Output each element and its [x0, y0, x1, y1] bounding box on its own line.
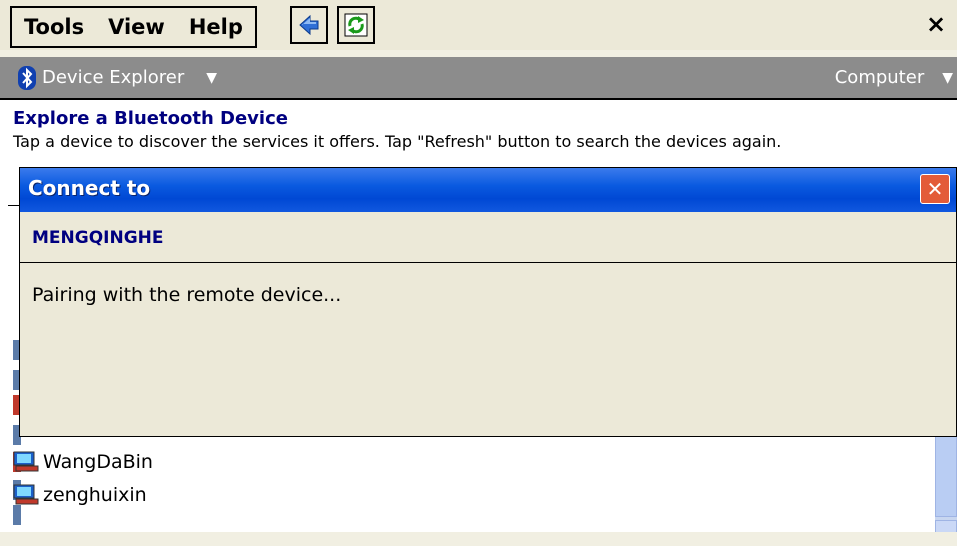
connect-dialog: Connect to ✕ MENGQINGHE Pairing with the… — [19, 167, 957, 437]
refresh-button[interactable] — [337, 6, 375, 44]
dialog-title-bar: Connect to ✕ — [20, 168, 956, 212]
scroll-thumb[interactable] — [935, 432, 957, 517]
bluetooth-icon — [18, 65, 36, 90]
menu-help[interactable]: Help — [177, 9, 255, 45]
dialog-title: Connect to — [28, 176, 151, 200]
refresh-icon — [344, 13, 368, 37]
bottom-strip — [0, 532, 957, 546]
dialog-divider — [20, 262, 956, 263]
back-button[interactable] — [290, 6, 328, 44]
chevron-down-icon: ▼ — [942, 69, 953, 86]
device-name: WangDaBin — [43, 451, 153, 473]
dialog-device-name: MENGQINGHE — [32, 228, 164, 248]
list-item[interactable]: zenghuixin — [13, 482, 147, 508]
vertical-scrollbar[interactable]: ⌄ — [935, 420, 957, 546]
app-close-button[interactable]: × — [921, 8, 951, 40]
computer-icon — [13, 484, 39, 505]
dialog-status-text: Pairing with the remote device... — [32, 284, 342, 306]
device-name: zenghuixin — [43, 484, 147, 506]
chevron-down-icon: ▼ — [206, 69, 218, 86]
page-description: Tap a device to discover the services it… — [13, 132, 782, 151]
menu-bar: Tools View Help × — [0, 0, 957, 50]
app-title: Device Explorer — [42, 67, 185, 88]
location-label: Computer — [834, 67, 925, 88]
back-arrow-icon — [299, 14, 319, 36]
dialog-close-button[interactable]: ✕ — [920, 174, 950, 204]
title-dropdown[interactable]: Device Explorer ▼ — [18, 64, 217, 91]
menu-view[interactable]: View — [96, 9, 177, 45]
navigation-bar: Device Explorer ▼ Computer ▼ — [0, 57, 957, 98]
location-dropdown[interactable]: Computer ▼ — [835, 64, 957, 91]
menu-tools[interactable]: Tools — [12, 9, 96, 45]
list-item[interactable]: WangDaBin — [13, 449, 153, 475]
menu-group: Tools View Help — [10, 6, 257, 48]
computer-icon — [13, 505, 21, 525]
computer-icon — [13, 451, 39, 472]
page-heading: Explore a Bluetooth Device — [13, 108, 288, 129]
